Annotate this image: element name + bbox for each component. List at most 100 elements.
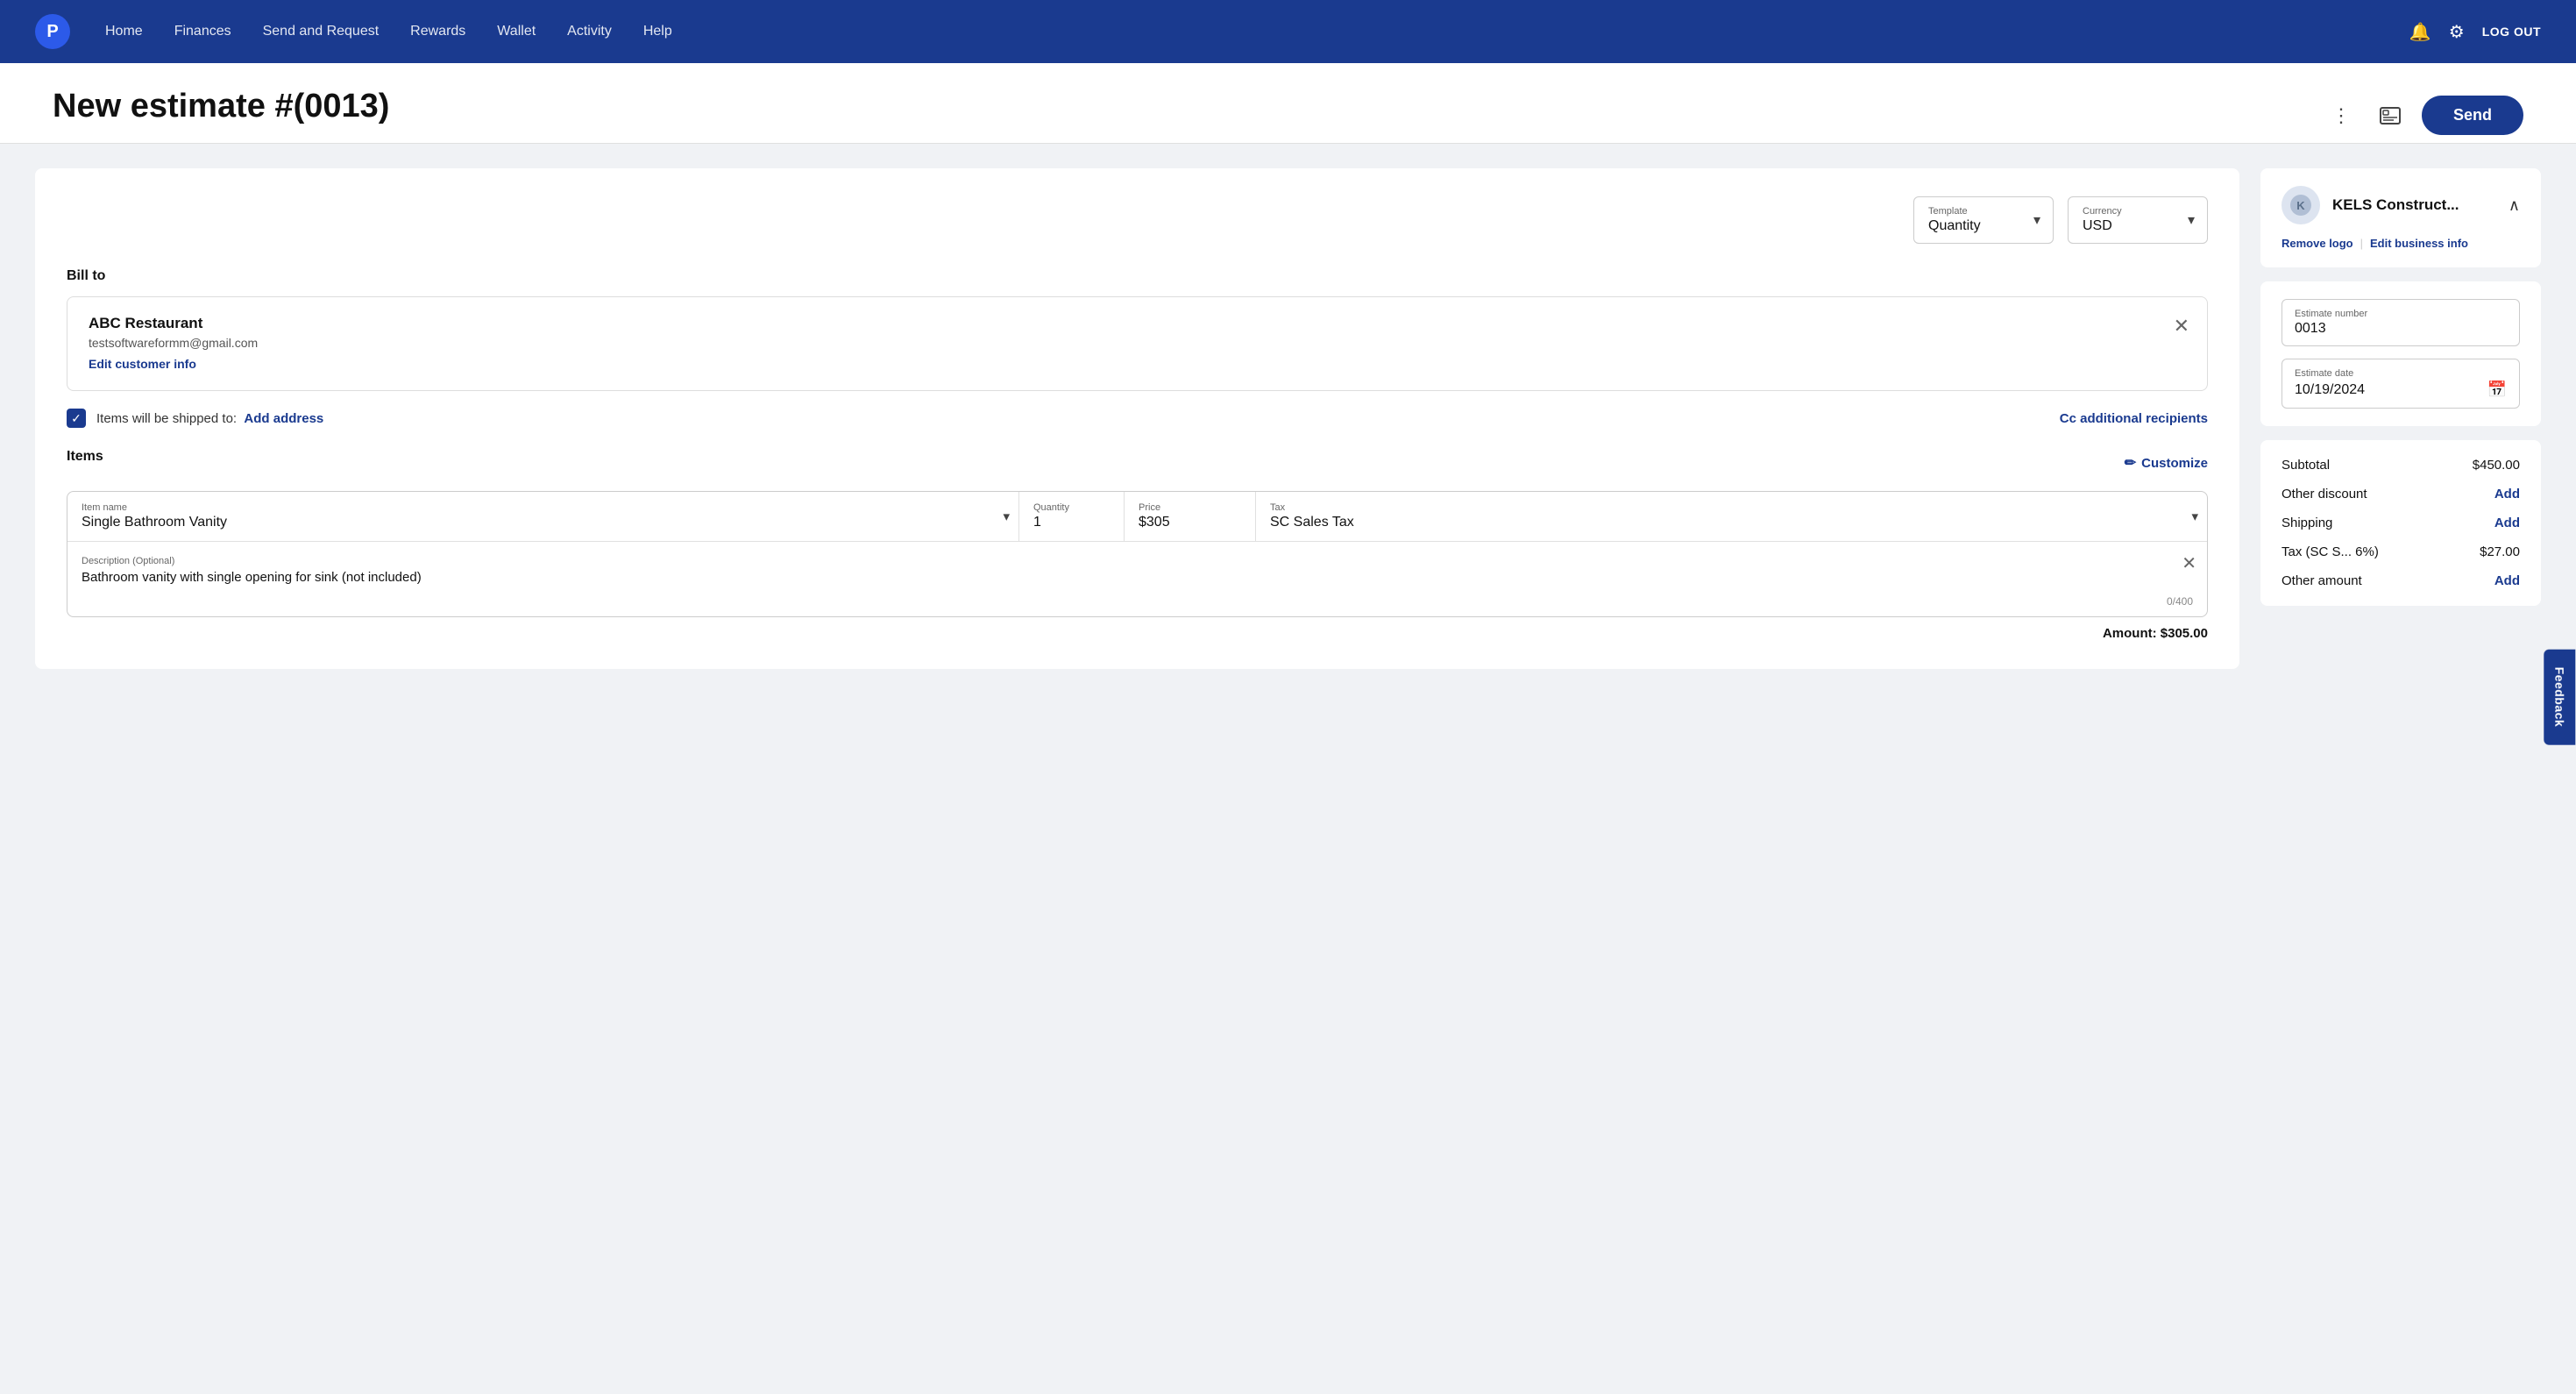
- tax-row: Tax (SC S... 6%) $27.00: [2281, 544, 2520, 559]
- shipping-add-button[interactable]: Add: [2494, 516, 2520, 530]
- item-tax-label: Tax: [1270, 502, 2193, 513]
- nav-finances[interactable]: Finances: [174, 24, 231, 39]
- currency-dropdown[interactable]: Currency USD ▾: [2068, 196, 2208, 244]
- nav-help[interactable]: Help: [643, 24, 672, 39]
- estimate-number-value: 0013: [2295, 321, 2507, 337]
- notification-icon[interactable]: 🔔: [2409, 21, 2431, 43]
- summary-card: Subtotal $450.00 Other discount Add Ship…: [2260, 440, 2541, 606]
- remove-customer-button[interactable]: ✕: [2174, 315, 2189, 338]
- remove-logo-link[interactable]: Remove logo: [2281, 237, 2353, 250]
- business-card: K KELS Construct... ∧ Remove logo | Edit…: [2260, 168, 2541, 267]
- estimate-number-field[interactable]: Estimate number 0013: [2281, 299, 2520, 346]
- nav-wallet[interactable]: Wallet: [497, 24, 536, 39]
- logout-button[interactable]: LOG OUT: [2482, 25, 2541, 39]
- item-fields: Item name Single Bathroom Vanity ▾ Quant…: [67, 492, 2207, 542]
- estimate-date-value: 10/19/2024 📅: [2295, 381, 2507, 399]
- business-logo: K: [2281, 186, 2320, 224]
- settings-icon[interactable]: ⚙: [2449, 21, 2465, 43]
- discount-row: Other discount Add: [2281, 487, 2520, 501]
- navbar-links: Home Finances Send and Request Rewards W…: [105, 24, 2409, 39]
- template-arrow-icon: ▾: [2033, 211, 2040, 229]
- edit-customer-link[interactable]: Edit customer info: [89, 357, 196, 371]
- shipping-row: Shipping Add: [2281, 516, 2520, 530]
- ship-left: ✓ Items will be shipped to: Add address: [67, 409, 323, 428]
- estimate-number-label: Estimate number: [2295, 309, 2507, 319]
- template-label: Template: [1928, 206, 2039, 217]
- amount-row: Amount: $305.00: [67, 617, 2208, 641]
- template-value: Quantity: [1928, 218, 2039, 234]
- description-label: Description (Optional): [82, 556, 2193, 566]
- business-name: KELS Construct...: [2332, 196, 2459, 214]
- item-name-label: Item name: [82, 502, 1004, 513]
- item-qty-field[interactable]: Quantity 1: [1019, 492, 1125, 541]
- currency-arrow-icon: ▾: [2188, 211, 2195, 229]
- calendar-icon[interactable]: 📅: [2487, 381, 2507, 399]
- discount-label: Other discount: [2281, 487, 2367, 501]
- bill-to-label: Bill to: [67, 268, 2208, 284]
- customer-card: ABC Restaurant testsoftwareformm@gmail.c…: [67, 296, 2208, 391]
- ship-row: ✓ Items will be shipped to: Add address …: [67, 409, 2208, 428]
- subtotal-row: Subtotal $450.00: [2281, 458, 2520, 473]
- business-actions: Remove logo | Edit business info: [2281, 237, 2520, 250]
- nav-send-request[interactable]: Send and Request: [263, 24, 380, 39]
- ship-text: Items will be shipped to: Add address: [96, 411, 323, 426]
- items-header: Items ✏ Customize: [67, 449, 2208, 477]
- cc-recipients-link[interactable]: Cc additional recipients: [2060, 411, 2208, 426]
- char-count: 0/400: [2167, 595, 2193, 608]
- nav-home[interactable]: Home: [105, 24, 143, 39]
- nav-activity[interactable]: Activity: [567, 24, 612, 39]
- ship-checkbox[interactable]: ✓: [67, 409, 86, 428]
- left-panel: Template Quantity ▾ Currency USD ▾ Bill …: [35, 168, 2239, 669]
- currency-label: Currency: [2083, 206, 2193, 217]
- discount-add-button[interactable]: Add: [2494, 487, 2520, 501]
- page-header: New estimate #(0013) ⋮ Send: [0, 63, 2576, 144]
- edit-business-info-link[interactable]: Edit business info: [2370, 237, 2468, 250]
- subtotal-label: Subtotal: [2281, 458, 2330, 473]
- items-label: Items: [67, 449, 103, 465]
- estimate-date-field[interactable]: Estimate date 10/19/2024 📅: [2281, 359, 2520, 409]
- other-amount-add-button[interactable]: Add: [2494, 573, 2520, 588]
- business-divider: |: [2360, 237, 2363, 250]
- description-row: Description (Optional) Bathroom vanity w…: [67, 542, 2207, 616]
- more-options-button[interactable]: ⋮: [2324, 98, 2359, 133]
- feedback-tab[interactable]: Feedback: [2544, 650, 2576, 745]
- item-row: Item name Single Bathroom Vanity ▾ Quant…: [67, 491, 2208, 617]
- customize-button[interactable]: ✏ Customize: [2125, 454, 2208, 472]
- customer-name: ABC Restaurant: [89, 315, 2186, 332]
- add-address-link[interactable]: Add address: [244, 411, 323, 426]
- remove-description-button[interactable]: ✕: [2182, 552, 2196, 574]
- description-footer: 0/400: [67, 595, 2207, 616]
- item-qty-value: 1: [1033, 515, 1110, 530]
- right-panel: K KELS Construct... ∧ Remove logo | Edit…: [2260, 168, 2541, 606]
- template-dropdown[interactable]: Template Quantity ▾: [1913, 196, 2054, 244]
- item-price-value: $305: [1139, 515, 1241, 530]
- item-name-field[interactable]: Item name Single Bathroom Vanity ▾: [67, 492, 1019, 541]
- navbar: P Home Finances Send and Request Rewards…: [0, 0, 2576, 63]
- shipping-label: Shipping: [2281, 516, 2332, 530]
- subtotal-value: $450.00: [2473, 458, 2520, 473]
- description-value[interactable]: Bathroom vanity with single opening for …: [82, 570, 2193, 595]
- item-price-field[interactable]: Price $305: [1125, 492, 1256, 541]
- other-amount-row: Other amount Add: [2281, 573, 2520, 588]
- business-collapse-icon[interactable]: ∧: [2509, 196, 2520, 215]
- item-name-arrow-icon: ▾: [1003, 509, 1010, 524]
- tax-value: $27.00: [2480, 544, 2520, 559]
- template-currency-row: Template Quantity ▾ Currency USD ▾: [67, 196, 2208, 244]
- business-left: K KELS Construct...: [2281, 186, 2459, 224]
- business-header: K KELS Construct... ∧: [2281, 186, 2520, 224]
- nav-rewards[interactable]: Rewards: [410, 24, 465, 39]
- item-price-label: Price: [1139, 502, 1241, 513]
- header-actions: ⋮ Send: [2324, 96, 2523, 135]
- estimate-date-label: Estimate date: [2295, 368, 2507, 379]
- tax-label: Tax (SC S... 6%): [2281, 544, 2379, 559]
- svg-text:K: K: [2296, 199, 2305, 212]
- paypal-logo[interactable]: P: [35, 14, 70, 49]
- amount-value: Amount: $305.00: [2103, 626, 2208, 641]
- currency-value: USD: [2083, 218, 2193, 234]
- navbar-right: 🔔 ⚙ LOG OUT: [2409, 21, 2541, 43]
- item-tax-value: SC Sales Tax: [1270, 515, 2193, 530]
- customize-icon: ✏: [2125, 454, 2136, 472]
- preview-button[interactable]: [2373, 98, 2408, 133]
- send-button[interactable]: Send: [2422, 96, 2523, 135]
- item-tax-field[interactable]: Tax SC Sales Tax ▾: [1256, 492, 2207, 541]
